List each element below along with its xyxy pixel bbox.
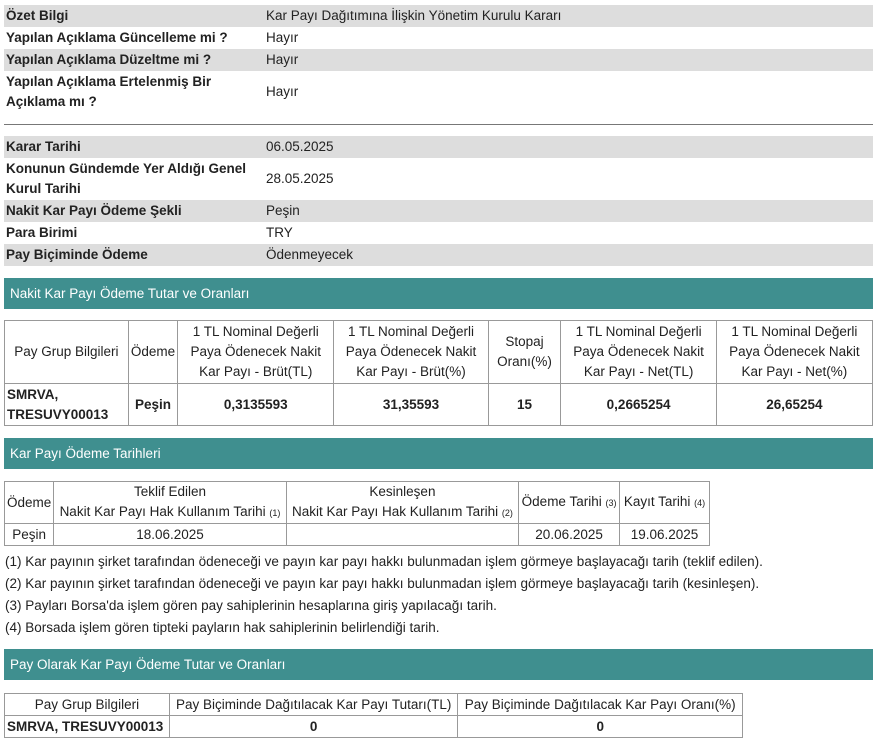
currency-value: TRY [266, 225, 293, 240]
footnote-ref: (4) [694, 498, 706, 508]
table-row: SMRVA, TRESUVY00013 Peşin 0,3135593 31,3… [4, 383, 874, 426]
cell-group: SMRVA, TRESUVY00013 [4, 715, 170, 738]
col-header: Pay Grup Bilgileri [4, 320, 129, 384]
col-header: Pay Biçiminde Dağıtılacak Kar Payı Tutar… [168, 693, 459, 716]
col-header-line: Kesinleşen [369, 484, 436, 499]
deferred-value: Hayır [266, 84, 299, 99]
divider [4, 124, 873, 125]
col-header-text: Nakit Kar Payı Hak Kullanım Tarihi [292, 504, 499, 519]
dates-section-title: Kar Payı Ödeme Tarihleri [4, 438, 873, 469]
cell-payment: Peşin [127, 383, 179, 426]
col-header: 1 TL Nominal Değerli Paya Ödenecek Nakit… [560, 320, 717, 384]
col-header: Teklif Edilen Nakit Kar Payı Hak Kullanı… [53, 481, 287, 524]
cell-final-date [285, 523, 520, 546]
deferred-label: Yapılan Açıklama Ertelenmiş Bir Açıklama… [6, 74, 212, 109]
cell-pay-date: 20.06.2025 [518, 523, 621, 546]
cash-section-title: Nakit Kar Payı Ödeme Tutar ve Oranları [4, 278, 873, 309]
footnote-4: (4) Borsada işlem gören tipteki payların… [5, 620, 440, 635]
col-header: Stopaj Oranı(%) [487, 320, 562, 384]
footnote-2: (2) Kar payının şirket tarafından ödenec… [5, 576, 760, 591]
cell-net-pct: 26,65254 [715, 383, 874, 426]
table-row: SMRVA, TRESUVY00013 0 0 [4, 715, 743, 738]
decision-date-value: 06.05.2025 [266, 139, 334, 154]
table-header-row: Pay Grup Bilgileri Ödeme 1 TL Nominal De… [4, 320, 874, 384]
share-table: Pay Grup Bilgileri Pay Biçiminde Dağıtıl… [4, 693, 743, 738]
col-header-text: Kayıt Tarihi [623, 494, 691, 509]
cell-group: SMRVA, TRESUVY00013 [4, 383, 129, 426]
footnote-ref: (3) [605, 498, 617, 508]
col-header-text: Nakit Kar Payı Hak Kullanım Tarihi [59, 504, 266, 519]
footnote-ref: (2) [501, 508, 513, 518]
col-header: Kesinleşen Nakit Kar Payı Hak Kullanım T… [285, 481, 520, 524]
dates-table: Ödeme Teklif Edilen Nakit Kar Payı Hak K… [3, 481, 710, 546]
cell-payment: Peşin [3, 523, 55, 546]
col-header: Kayıt Tarihi (4) [619, 481, 710, 524]
summary-label: Özet Bilgi [6, 8, 69, 23]
cell-gross-pct: 31,35593 [333, 383, 489, 426]
correction-label: Yapılan Açıklama Düzeltme mi ? [6, 52, 212, 67]
col-header-line: Teklif Edilen [133, 484, 207, 499]
update-value: Hayır [266, 30, 299, 45]
update-label: Yapılan Açıklama Güncelleme mi ? [6, 30, 228, 45]
payment-type-label: Nakit Kar Payı Ödeme Şekli [6, 203, 182, 218]
payment-type-value: Peşin [266, 203, 300, 218]
col-header: Pay Biçiminde Dağıtılacak Kar Payı Oranı… [457, 693, 743, 716]
table-header-row: Pay Grup Bilgileri Pay Biçiminde Dağıtıl… [4, 693, 743, 716]
update-row: Yapılan Açıklama Güncelleme mi ? Hayır [4, 27, 873, 49]
footnote-3: (3) Payları Borsa'da işlem gören pay sah… [5, 598, 497, 613]
col-header: 1 TL Nominal Değerli Paya Ödenecek Nakit… [715, 320, 874, 384]
col-header: Ödeme [3, 481, 55, 524]
general-assembly-row: Konunun Gündemde Yer Aldığı Genel Kurul … [4, 158, 873, 200]
footnote-ref: (1) [269, 508, 281, 518]
decision-date-label: Karar Tarihi [6, 139, 81, 154]
general-assembly-value: 28.05.2025 [266, 171, 334, 186]
cell-withholding: 15 [487, 383, 562, 426]
cell-record-date: 19.06.2025 [619, 523, 710, 546]
share-payment-value: Ödenmeyecek [266, 247, 354, 262]
cell-ratio: 0 [457, 715, 743, 738]
table-row: Peşin 18.06.2025 20.06.2025 19.06.2025 [3, 523, 710, 546]
col-header-line: Nakit Kar Payı Hak Kullanım Tarihi (2) [289, 502, 516, 523]
currency-label: Para Birimi [6, 225, 78, 240]
cash-table: Pay Grup Bilgileri Ödeme 1 TL Nominal De… [4, 320, 874, 426]
payment-type-row: Nakit Kar Payı Ödeme Şekli Peşin [4, 200, 873, 222]
decision-date-row: Karar Tarihi 06.05.2025 [4, 136, 873, 158]
col-header-text: Ödeme Tarihi [521, 494, 602, 509]
col-header: Ödeme Tarihi (3) [518, 481, 621, 524]
col-header: 1 TL Nominal Değerli Paya Ödenecek Nakit… [333, 320, 489, 384]
correction-row: Yapılan Açıklama Düzeltme mi ? Hayır [4, 49, 873, 71]
currency-row: Para Birimi TRY [4, 222, 873, 244]
col-header-line: Nakit Kar Payı Hak Kullanım Tarihi (1) [56, 502, 283, 523]
cell-proposed-date: 18.06.2025 [53, 523, 287, 546]
share-section-title: Pay Olarak Kar Payı Ödeme Tutar ve Oranl… [4, 649, 873, 680]
col-header: Pay Grup Bilgileri [4, 693, 170, 716]
table-header-row: Ödeme Teklif Edilen Nakit Kar Payı Hak K… [3, 481, 710, 524]
col-header: 1 TL Nominal Değerli Paya Ödenecek Nakit… [177, 320, 335, 384]
cell-gross-tl: 0,3135593 [177, 383, 335, 426]
deferred-row: Yapılan Açıklama Ertelenmiş Bir Açıklama… [4, 71, 873, 113]
general-assembly-label: Konunun Gündemde Yer Aldığı Genel Kurul … [6, 161, 247, 196]
col-header: Ödeme [127, 320, 179, 384]
summary-row: Özet Bilgi Kar Payı Dağıtımına İlişkin Y… [4, 5, 873, 27]
footnote-1: (1) Kar payının şirket tarafından ödenec… [5, 554, 763, 569]
summary-value: Kar Payı Dağıtımına İlişkin Yönetim Kuru… [266, 8, 562, 23]
share-payment-label: Pay Biçiminde Ödeme [6, 247, 148, 262]
share-payment-row: Pay Biçiminde Ödeme Ödenmeyecek [4, 244, 873, 266]
cell-amount: 0 [168, 715, 459, 738]
correction-value: Hayır [266, 52, 299, 67]
cell-net-tl: 0,2665254 [560, 383, 717, 426]
